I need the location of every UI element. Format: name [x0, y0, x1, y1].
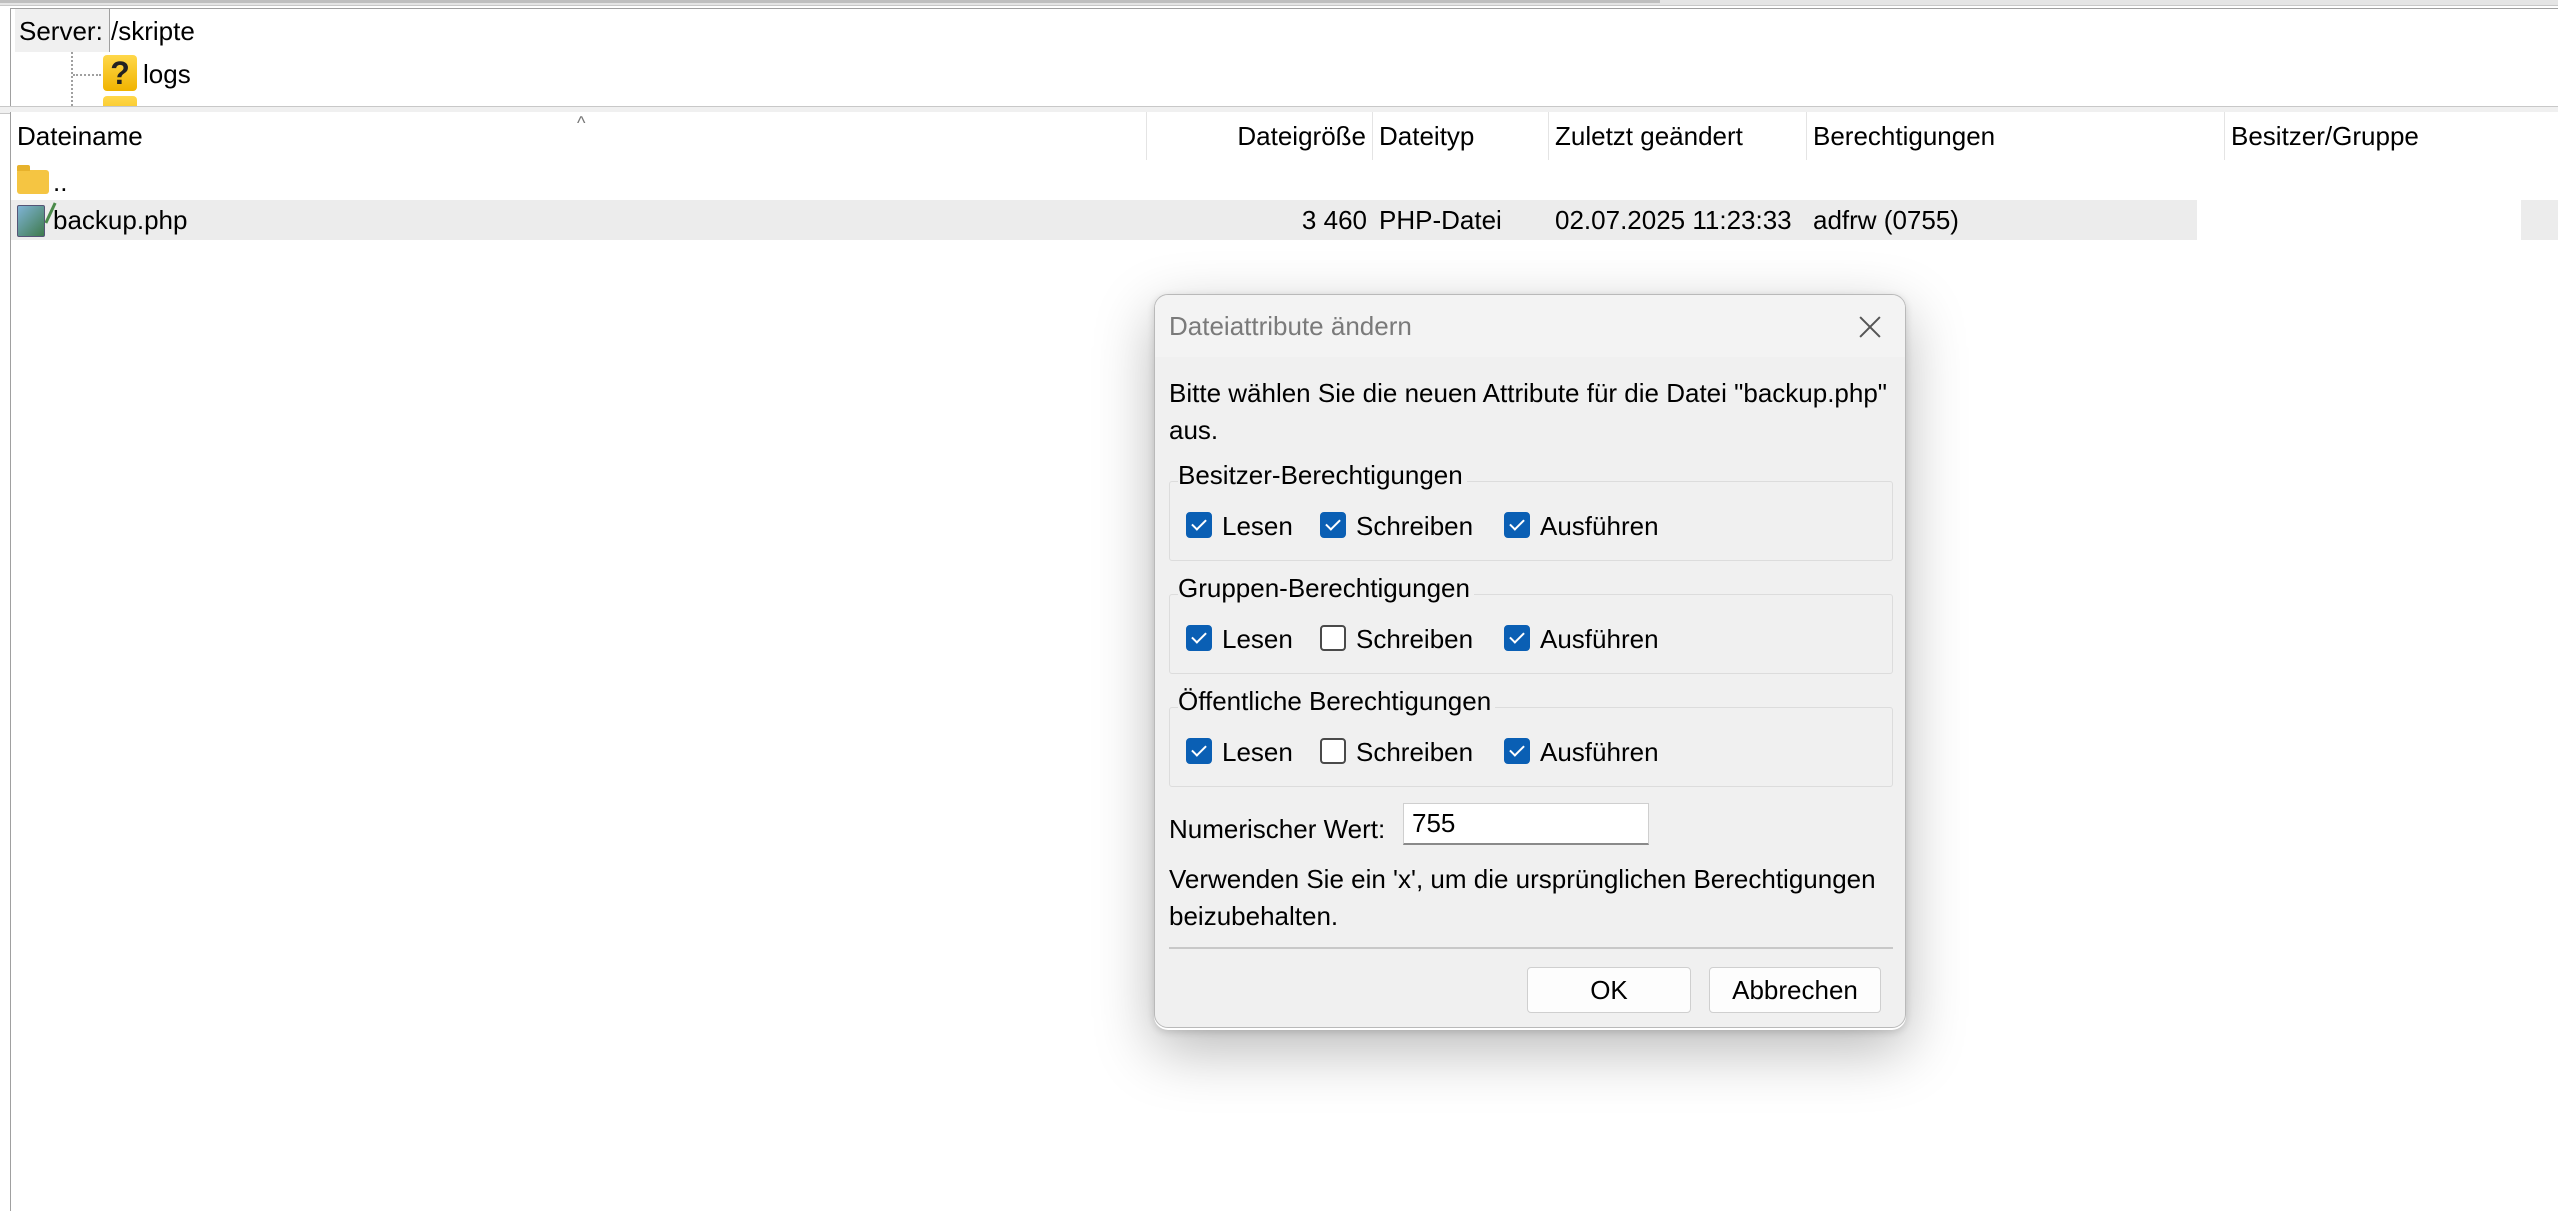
file-name: ..: [53, 167, 68, 197]
file-modified: 02.07.2025 11:23:33: [1555, 205, 1792, 235]
question-folder-icon: [103, 96, 137, 106]
checkbox-checked-icon: [1320, 512, 1346, 538]
column-header-filesize[interactable]: Dateigröße: [1147, 112, 1373, 160]
numeric-value-label: Numerischer Wert:: [1169, 814, 1386, 844]
group-title: Öffentliche Berechtigungen: [1178, 686, 1496, 716]
table-row-parent[interactable]: ..: [11, 162, 2558, 202]
checkbox-unchecked-icon: [1320, 625, 1346, 651]
dialog-separator: [1169, 947, 1893, 949]
dialog-title: Dateiattribute ändern: [1169, 311, 1412, 341]
dialog-titlebar[interactable]: Dateiattribute ändern: [1155, 295, 1905, 357]
checkbox-checked-icon: [1186, 512, 1212, 538]
server-path-input[interactable]: /skripte: [111, 9, 195, 53]
column-header-owner-group[interactable]: Besitzer/Gruppe: [2225, 112, 2558, 160]
checkbox-checked-icon: [1186, 738, 1212, 764]
checkbox-checked-icon: [1504, 512, 1530, 538]
column-header-modified[interactable]: Zuletzt geändert: [1549, 112, 1807, 160]
checkbox-label: Schreiben: [1356, 737, 1474, 767]
close-icon[interactable]: [1847, 305, 1893, 347]
file-name: backup.php: [53, 205, 188, 235]
cancel-button[interactable]: Abbrechen: [1709, 967, 1881, 1013]
checkbox-label: Ausführen: [1540, 737, 1659, 767]
dialog-description: Bitte wählen Sie die neuen Attribute für…: [1169, 378, 1888, 445]
file-permissions: adfrw (0755): [1813, 205, 1959, 235]
top-border: [0, 0, 2558, 6]
change-file-attributes-dialog: Dateiattribute ändern Bitte wählen Sie d…: [1154, 294, 1906, 1028]
checkbox-label: Lesen: [1222, 511, 1293, 541]
checkbox-checked-icon: [1504, 738, 1530, 764]
checkbox-label: Ausführen: [1540, 511, 1659, 541]
checkbox-label: Ausführen: [1540, 624, 1659, 654]
file-size: 3 460: [1301, 205, 1367, 235]
checkbox-label: Schreiben: [1356, 624, 1474, 654]
column-header-filetype[interactable]: Dateityp: [1373, 112, 1549, 160]
question-folder-icon: ?: [103, 55, 137, 91]
server-label: Server:: [15, 9, 110, 53]
tree-item-label: logs: [143, 59, 191, 89]
column-header-permissions[interactable]: Berechtigungen: [1807, 112, 2225, 160]
checkbox-checked-icon: [1504, 625, 1530, 651]
checkbox-label: Lesen: [1222, 624, 1293, 654]
numeric-value-input[interactable]: [1403, 803, 1649, 845]
group-permissions-group: Gruppen-Berechtigungen Lesen Schreiben A…: [1169, 573, 1893, 674]
tree-connector: [73, 74, 101, 76]
row-selection-highlight: [2521, 200, 2558, 240]
dialog-hint: Verwenden Sie ein 'x', um die ursprüngli…: [1169, 864, 1876, 931]
table-row-backup-php[interactable]: backup.php 3 460 PHP-Datei 02.07.2025 11…: [11, 200, 2558, 240]
checkbox-unchecked-icon: [1320, 738, 1346, 764]
tree-connector: [71, 52, 73, 106]
sort-ascending-icon: ^: [577, 113, 586, 133]
group-title: Gruppen-Berechtigungen: [1178, 573, 1474, 603]
group-title: Besitzer-Berechtigungen: [1178, 460, 1467, 490]
ok-button[interactable]: OK: [1527, 967, 1691, 1013]
public-permissions-group: Öffentliche Berechtigungen Lesen Schreib…: [1169, 686, 1893, 787]
php-file-icon: [17, 205, 45, 237]
checkbox-label: Schreiben: [1356, 511, 1474, 541]
folder-icon: [17, 165, 49, 194]
server-path-bar: Server: /skripte: [10, 8, 2558, 54]
owner-permissions-group: Besitzer-Berechtigungen Lesen Schreiben …: [1169, 460, 1893, 561]
checkbox-checked-icon: [1186, 625, 1212, 651]
file-type: PHP-Datei: [1379, 205, 1502, 235]
checkbox-label: Lesen: [1222, 737, 1293, 767]
directory-tree: ? logs: [10, 52, 2558, 106]
